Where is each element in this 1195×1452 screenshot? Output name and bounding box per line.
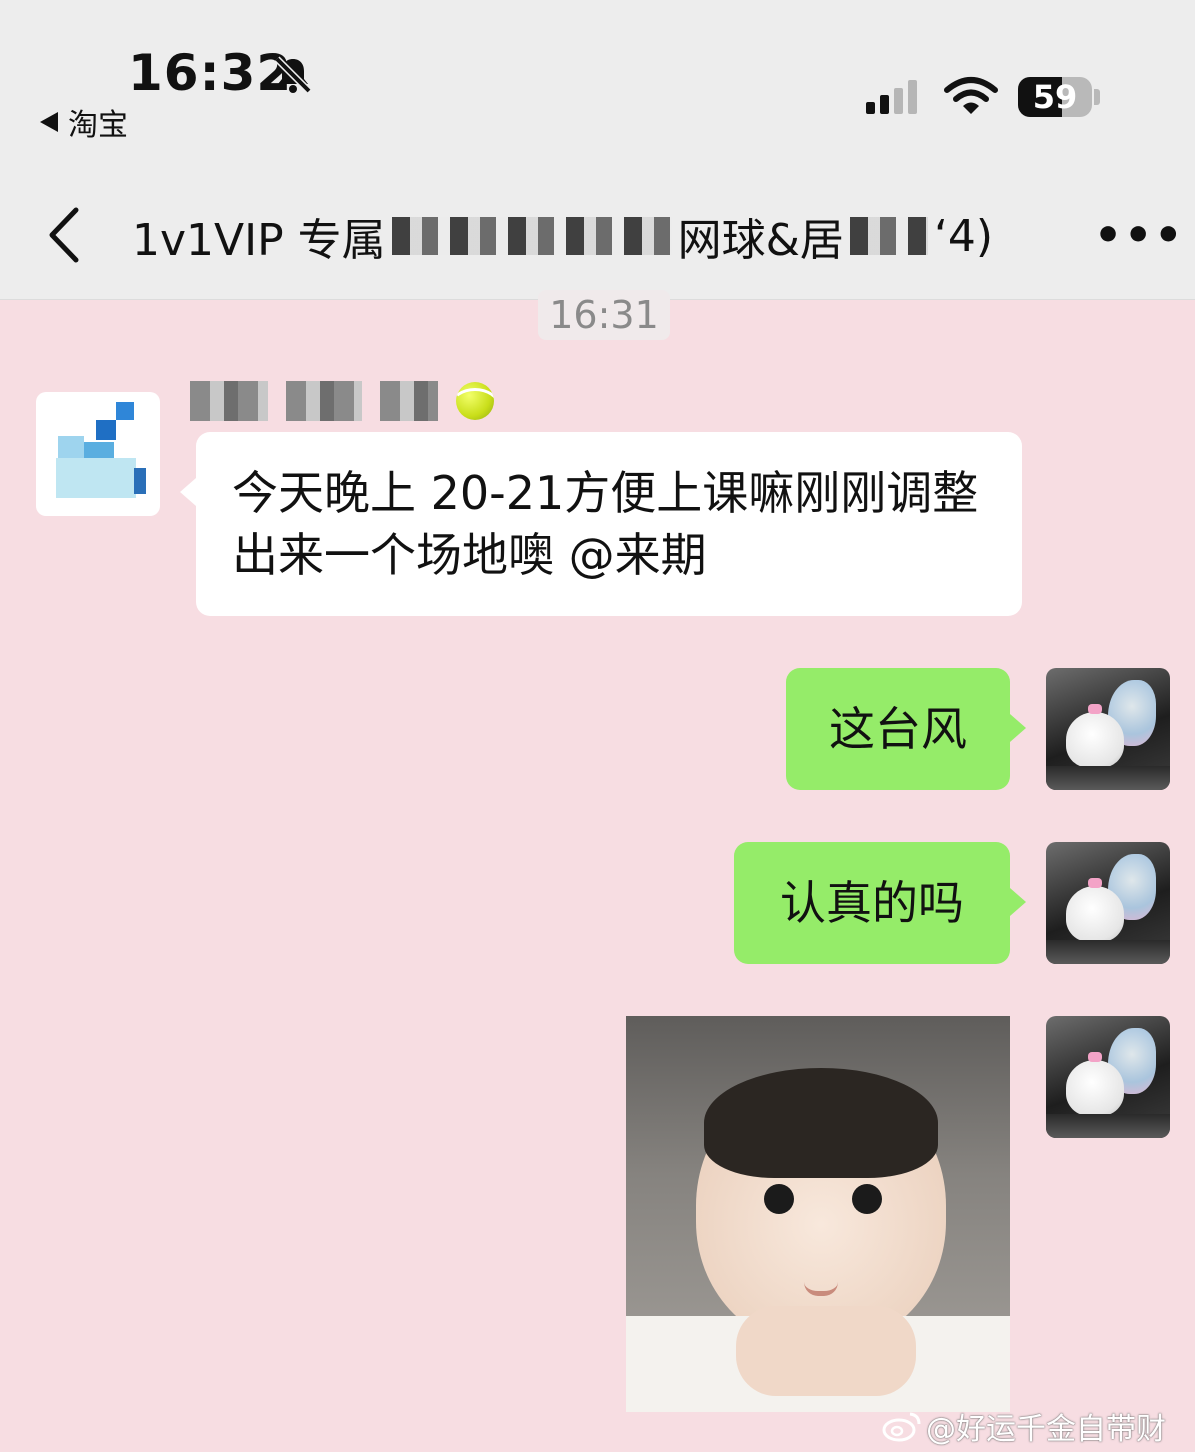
chat-title-middle: 网球&居 — [677, 215, 844, 266]
battery-level: 59 — [1032, 78, 1078, 116]
my-avatar[interactable] — [1046, 668, 1170, 790]
bow — [1088, 704, 1102, 714]
chevron-left-icon[interactable] — [44, 206, 84, 264]
watermark: @好运千金自带财 — [882, 1404, 1166, 1448]
status-time: 16:32 — [128, 44, 293, 102]
my-avatar[interactable] — [1046, 1016, 1170, 1138]
baby-hands — [736, 1306, 916, 1396]
my-avatar[interactable] — [1046, 842, 1170, 964]
received-message-bubble[interactable]: 今天晚上 20-21方便上课嘛刚刚调整出来一个场地噢 @来期 — [180, 432, 1022, 616]
back-triangle-icon — [40, 112, 58, 132]
sent-message-bubble[interactable]: 认真的吗 — [734, 842, 1026, 964]
back-to-app-link[interactable]: 淘宝 — [40, 100, 128, 144]
cat-figure — [1066, 712, 1124, 768]
chat-title: 1v1VIP 专属 网球&居 ‘4) — [132, 204, 1042, 268]
floor — [1046, 766, 1170, 790]
cat-figure — [1066, 1060, 1124, 1116]
message-timestamp: 16:31 — [538, 290, 670, 340]
sent-message-bubble[interactable]: 这台风 — [786, 668, 1026, 790]
floor — [1046, 1114, 1170, 1138]
cellular-signal-icon — [866, 80, 917, 114]
baby-eye — [764, 1184, 794, 1214]
back-app-label: 淘宝 — [68, 108, 128, 143]
redacted-name-part — [380, 381, 438, 421]
baby-eye — [852, 1184, 882, 1214]
baby-hair — [704, 1068, 938, 1178]
sender-avatar[interactable] — [36, 392, 160, 516]
sender-name — [190, 378, 494, 424]
baby-sticker[interactable] — [626, 1016, 1010, 1412]
message-text: 认真的吗 — [780, 876, 964, 930]
redacted-name-part — [286, 381, 362, 421]
chat-title-prefix: 1v1VIP 专属 — [132, 215, 386, 266]
bow — [1088, 1052, 1102, 1062]
bell-muted-icon — [274, 56, 312, 94]
redacted-name-part — [190, 381, 268, 421]
message-text: 这台风 — [829, 702, 967, 756]
weibo-icon — [882, 1412, 921, 1442]
floor — [1046, 940, 1170, 964]
tennis-ball-icon — [456, 382, 494, 420]
redacted-title-part — [849, 217, 928, 255]
watermark-text: @好运千金自带财 — [926, 1412, 1166, 1447]
more-options-icon[interactable]: ••• — [1094, 214, 1184, 258]
battery-indicator: 59 — [1018, 77, 1092, 117]
chat-title-suffix: ‘4) — [933, 210, 994, 262]
redacted-title-part — [391, 217, 672, 255]
bow — [1088, 878, 1102, 888]
battery-tip — [1094, 89, 1100, 105]
cat-figure — [1066, 886, 1124, 942]
top-bar: 16:32 淘宝 59 1v1VIP 专属 网球&居 ‘4) ••• — [0, 0, 1195, 300]
message-text: 今天晚上 20-21方便上课嘛刚刚调整出来一个场地噢 @来期 — [232, 466, 979, 582]
wifi-icon — [944, 77, 998, 114]
